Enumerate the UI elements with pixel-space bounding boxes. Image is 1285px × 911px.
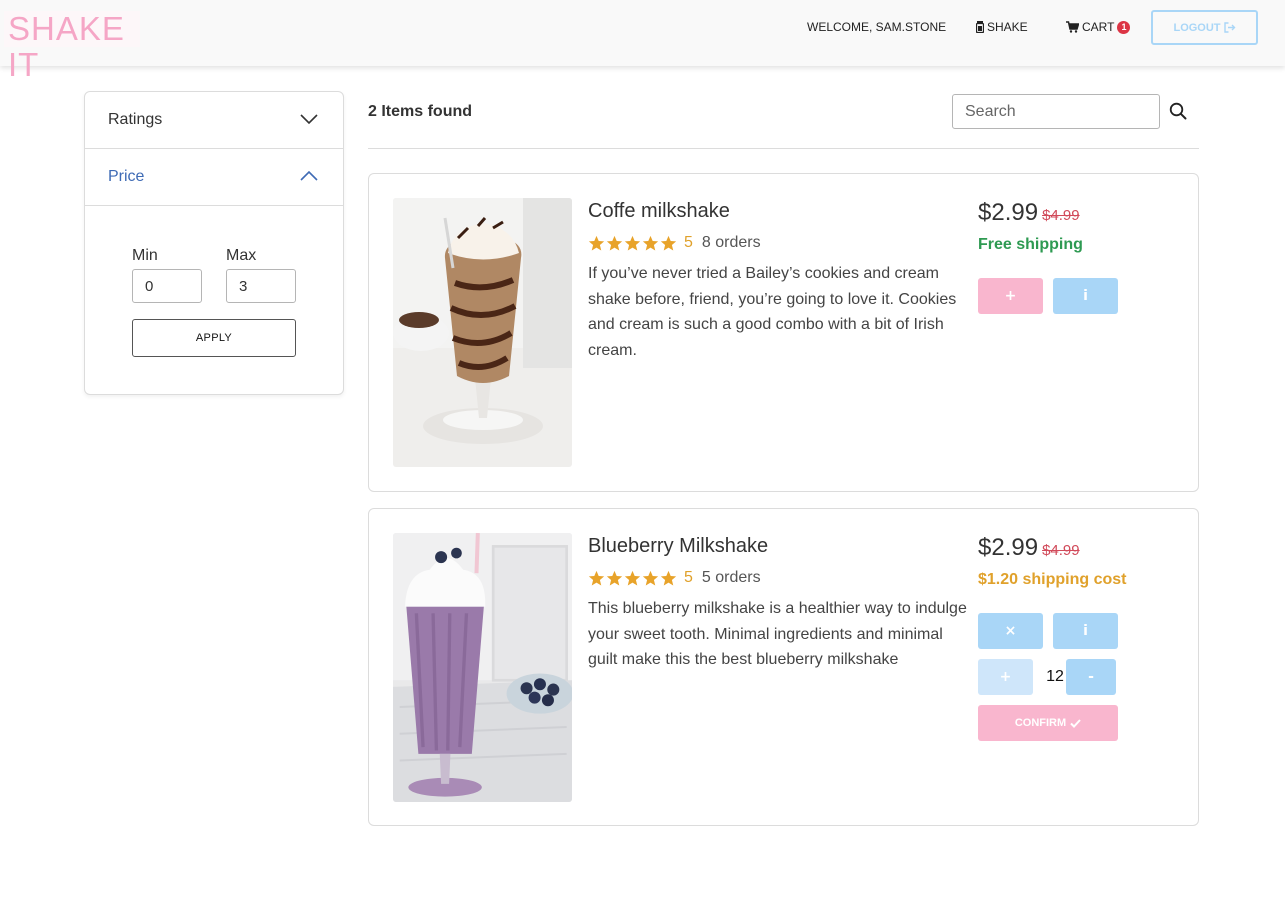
items-found-count: 2 Items found	[368, 103, 473, 120]
add-to-cart-button[interactable]: +	[978, 278, 1043, 314]
star-icon	[606, 570, 623, 586]
cart-count-badge: 1	[1117, 20, 1131, 34]
ratings-filter-header[interactable]: Ratings	[85, 92, 343, 149]
min-price-label: Min	[132, 247, 158, 264]
product-card: Blueberry Milkshake 5 5 orders This blue…	[368, 508, 1199, 826]
star-icon	[660, 235, 677, 251]
logout-icon	[1223, 22, 1236, 33]
original-price: $4.99	[1042, 542, 1080, 559]
checkmark-icon	[1070, 718, 1081, 728]
star-icon	[606, 235, 623, 251]
navbar: SHAKE IT WELCOME, SAM.STONE SHAKE CART 1…	[0, 0, 1285, 83]
current-price: $2.99	[978, 534, 1039, 561]
product-rating: 5 8 orders	[588, 233, 761, 253]
chevron-down-icon	[300, 114, 318, 125]
shaker-icon	[976, 21, 984, 33]
quantity-decrease-button[interactable]: -	[1066, 659, 1116, 695]
product-description: If you’ve never tried a Bailey’s cookies…	[588, 265, 957, 359]
ratings-filter-label: Ratings	[108, 111, 163, 128]
product-name[interactable]: Blueberry Milkshake	[588, 535, 768, 558]
search-icon[interactable]	[1169, 102, 1187, 120]
star-icon	[624, 570, 641, 586]
shipping-info: $1.20 shipping cost	[978, 571, 1127, 588]
max-price-input[interactable]	[226, 269, 296, 303]
original-price: $4.99	[1042, 207, 1080, 224]
rating-value: 5	[684, 569, 693, 586]
product-rating: 5 5 orders	[588, 568, 761, 588]
star-icon	[642, 570, 659, 586]
confirm-label: CONFIRM	[1014, 717, 1067, 729]
star-icon	[588, 570, 605, 586]
star-icon	[624, 235, 641, 251]
orders-count: 5 orders	[701, 569, 761, 586]
shake-it-logo[interactable]: SHAKE IT	[4, 11, 140, 83]
blueberry-milkshake-image[interactable]	[393, 533, 572, 802]
confirm-order-button[interactable]: CONFIRM	[978, 705, 1118, 741]
apply-filter-button[interactable]: APPLY	[132, 319, 296, 357]
logout-label: LOGOUT	[1173, 21, 1221, 34]
chevron-up-icon	[300, 170, 318, 181]
filter-panel: Ratings Price Min Max APPLY	[84, 91, 344, 395]
list-divider	[368, 148, 1199, 149]
nav-cart-label: CART	[1082, 20, 1115, 34]
star-icon	[588, 235, 605, 251]
quantity-increase-button[interactable]: +	[978, 659, 1033, 695]
product-price: $2.99 $4.99	[978, 534, 1080, 562]
price-filter-label: Price	[108, 168, 145, 185]
remove-from-cart-button[interactable]: ×	[978, 613, 1043, 649]
max-price-label: Max	[226, 247, 257, 264]
product-info-button[interactable]: i	[1053, 278, 1118, 314]
rating-stars	[588, 570, 677, 587]
product-description: This blueberry milkshake is a healthier …	[588, 600, 967, 668]
search-input[interactable]	[952, 94, 1160, 129]
rating-value: 5	[684, 234, 693, 251]
star-icon	[660, 570, 677, 586]
product-price: $2.99 $4.99	[978, 199, 1080, 227]
product-card: Coffe milkshake 5 8 orders If you’ve nev…	[368, 173, 1199, 492]
quantity-value: 12	[1046, 668, 1064, 685]
cart-icon	[1066, 21, 1079, 33]
min-price-input[interactable]	[132, 269, 202, 303]
product-name[interactable]: Coffe milkshake	[588, 200, 730, 223]
rating-stars	[588, 235, 677, 252]
orders-count: 8 orders	[701, 234, 761, 251]
price-filter-header[interactable]: Price	[85, 149, 343, 206]
nav-shake-link[interactable]: SHAKE	[976, 20, 1028, 34]
nav-cart-link[interactable]: CART 1	[1066, 20, 1131, 34]
shipping-info: Free shipping	[978, 236, 1083, 253]
nav-shake-label: SHAKE	[987, 20, 1028, 34]
welcome-text: WELCOME, SAM.STONE	[807, 20, 947, 34]
star-icon	[642, 235, 659, 251]
product-info-button[interactable]: i	[1053, 613, 1118, 649]
current-price: $2.99	[978, 199, 1039, 226]
logout-button[interactable]: LOGOUT	[1151, 10, 1258, 45]
coffee-milkshake-image[interactable]	[393, 198, 572, 467]
